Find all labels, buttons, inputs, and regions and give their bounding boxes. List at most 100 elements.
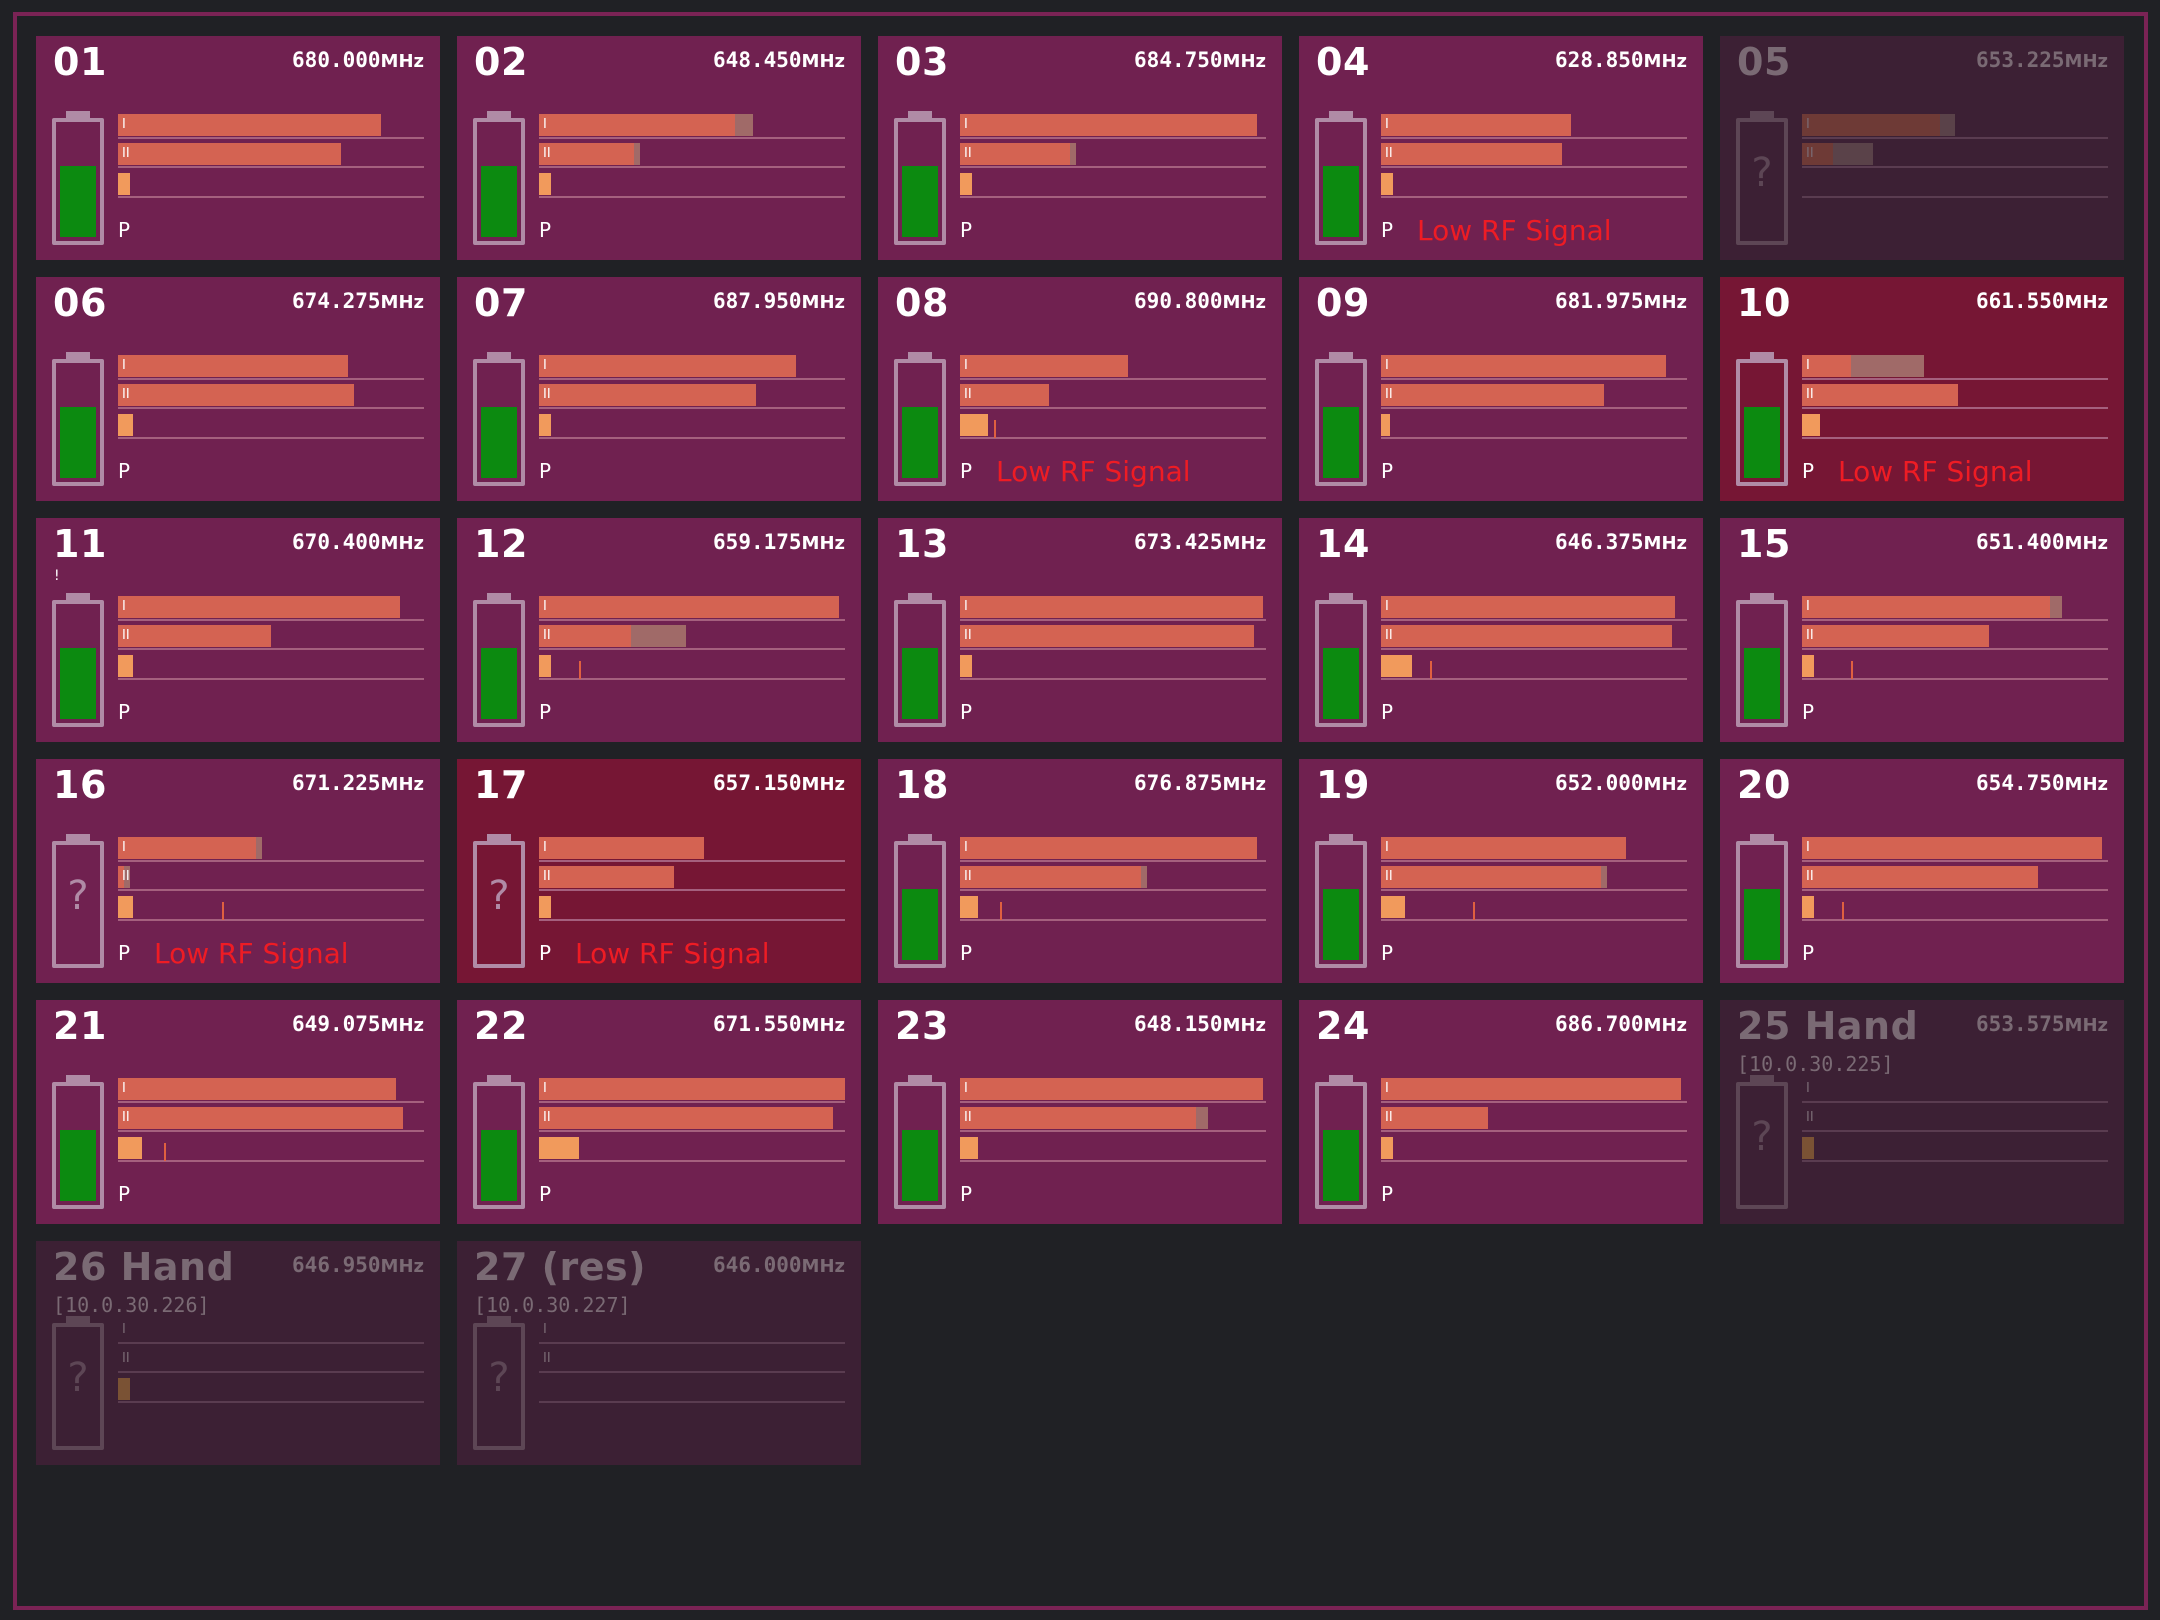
meter-i: I	[118, 1318, 424, 1344]
meter-p-level	[539, 655, 551, 677]
frequency-value: 681.975	[1555, 289, 1644, 313]
channel-number: 07	[474, 281, 528, 325]
channel-card-17[interactable]: 17 657.150MHz? I II P Low RF Signal	[457, 759, 861, 983]
battery-level	[1323, 407, 1359, 478]
meter-ii: II	[118, 865, 424, 891]
channel-card-14[interactable]: 14 646.375MHz I II P	[1299, 518, 1703, 742]
channel-number: 06	[53, 281, 107, 325]
meter-i: I	[1802, 113, 2108, 139]
channel-frequency: 646.375MHz	[1555, 530, 1687, 554]
channel-card-21[interactable]: 21 649.075MHz I II P	[36, 1000, 440, 1224]
meter-i-level	[118, 596, 400, 618]
channel-card-07[interactable]: 07 687.950MHz I II P	[457, 277, 861, 501]
meter-i: I	[1381, 113, 1687, 139]
meter-p-level	[1381, 655, 1412, 677]
meter-ii: II	[1802, 865, 2108, 891]
channel-card-24[interactable]: 24 686.700MHz I II P	[1299, 1000, 1703, 1224]
frequency-value: 652.000	[1555, 771, 1644, 795]
channel-card-23[interactable]: 23 648.150MHz I II P	[878, 1000, 1282, 1224]
meter-i-level	[960, 1078, 1263, 1100]
battery-body	[473, 1082, 525, 1209]
meter-ii-label: II	[543, 869, 551, 884]
meter-i: I	[960, 1077, 1266, 1103]
meter-ii-label: II	[1806, 869, 1814, 884]
meter-p	[539, 654, 845, 680]
battery-icon	[1315, 352, 1367, 486]
battery-body	[473, 359, 525, 486]
p-label: P	[539, 941, 552, 965]
channel-card-06[interactable]: 06 674.275MHz I II P	[36, 277, 440, 501]
meter-ii: II	[1381, 142, 1687, 168]
frequency-unit: MHz	[380, 1256, 424, 1277]
meter-p-level	[960, 414, 988, 436]
battery-level	[1323, 889, 1359, 960]
channel-number: 18	[895, 763, 949, 807]
meter-ii-label: II	[1385, 387, 1393, 402]
channel-card-04[interactable]: 04 628.850MHz I II P Low RF Signal	[1299, 36, 1703, 260]
meter-i: I	[539, 1077, 845, 1103]
channel-card-16[interactable]: 16 671.225MHz? I II P Low RF Signal	[36, 759, 440, 983]
frequency-unit: MHz	[380, 533, 424, 554]
meter-i-label: I	[122, 358, 126, 373]
meter-ii: II	[118, 1106, 424, 1132]
battery-icon	[52, 111, 104, 245]
channel-card-10[interactable]: 10 661.550MHz I II P Low RF Signal	[1720, 277, 2124, 501]
channel-frequency: 686.700MHz	[1555, 1012, 1687, 1036]
battery-level	[902, 889, 938, 960]
battery-body: ?	[1736, 1082, 1788, 1209]
battery-body	[1736, 359, 1788, 486]
channel-number: 23	[895, 1004, 949, 1048]
channel-card-27[interactable]: 27 (res) 646.000MHz [10.0.30.227]? I II	[457, 1241, 861, 1465]
meter-p	[1802, 654, 2108, 680]
battery-level	[60, 1130, 96, 1201]
channel-card-13[interactable]: 13 673.425MHz I II P	[878, 518, 1282, 742]
channel-number: 12	[474, 522, 528, 566]
meter-p	[960, 413, 1266, 439]
meter-p	[118, 172, 424, 198]
meter-ii-level	[960, 143, 1070, 165]
low-rf-warning: Low RF Signal	[575, 937, 770, 970]
meter-ii: II	[539, 142, 845, 168]
meter-i-level	[539, 596, 839, 618]
meter-i-level	[1381, 114, 1571, 136]
channel-card-09[interactable]: 09 681.975MHz I II P	[1299, 277, 1703, 501]
meter-p	[539, 172, 845, 198]
battery-icon: ?	[52, 834, 104, 968]
meter-i-label: I	[964, 117, 968, 132]
channel-number: 10	[1737, 281, 1791, 325]
meter-i: I	[960, 113, 1266, 139]
frequency-value: 659.175	[713, 530, 802, 554]
channel-card-26[interactable]: 26 Hand 646.950MHz [10.0.30.226]? I II	[36, 1241, 440, 1465]
channel-card-03[interactable]: 03 684.750MHz I II P	[878, 36, 1282, 260]
battery-body	[894, 1082, 946, 1209]
meter-p-peak	[164, 1143, 166, 1161]
meter-i: I	[539, 595, 845, 621]
battery-icon	[894, 111, 946, 245]
channel-card-02[interactable]: 02 648.450MHz I II P	[457, 36, 861, 260]
meter-i: I	[118, 1077, 424, 1103]
battery-icon	[52, 352, 104, 486]
p-label: P	[539, 218, 552, 242]
frequency-unit: MHz	[1643, 51, 1687, 72]
low-rf-warning: Low RF Signal	[1838, 455, 2033, 488]
channel-card-22[interactable]: 22 671.550MHz I II P	[457, 1000, 861, 1224]
channel-card-05[interactable]: 05 653.225MHz? I II	[1720, 36, 2124, 260]
low-rf-warning: Low RF Signal	[154, 937, 349, 970]
meter-ii-label: II	[964, 1110, 972, 1125]
channel-card-11[interactable]: 11 670.400MHz! I II P	[36, 518, 440, 742]
meter-p-level	[118, 896, 133, 918]
channel-card-20[interactable]: 20 654.750MHz I II P	[1720, 759, 2124, 983]
channel-card-08[interactable]: 08 690.800MHz I II P Low RF Signal	[878, 277, 1282, 501]
channel-card-12[interactable]: 12 659.175MHz I II P	[457, 518, 861, 742]
battery-icon	[894, 593, 946, 727]
channel-frequency: 674.275MHz	[292, 289, 424, 313]
channel-card-18[interactable]: 18 676.875MHz I II P	[878, 759, 1282, 983]
channel-card-25[interactable]: 25 Hand 653.575MHz [10.0.30.225]? I II	[1720, 1000, 2124, 1224]
channel-card-15[interactable]: 15 651.400MHz I II P	[1720, 518, 2124, 742]
channel-card-01[interactable]: 01 680.000MHz I II P	[36, 36, 440, 260]
frequency-value: 648.450	[713, 48, 802, 72]
meter-i-label: I	[964, 599, 968, 614]
meter-p	[1802, 1136, 2108, 1162]
meter-i-level	[1381, 837, 1626, 859]
channel-card-19[interactable]: 19 652.000MHz I II P	[1299, 759, 1703, 983]
